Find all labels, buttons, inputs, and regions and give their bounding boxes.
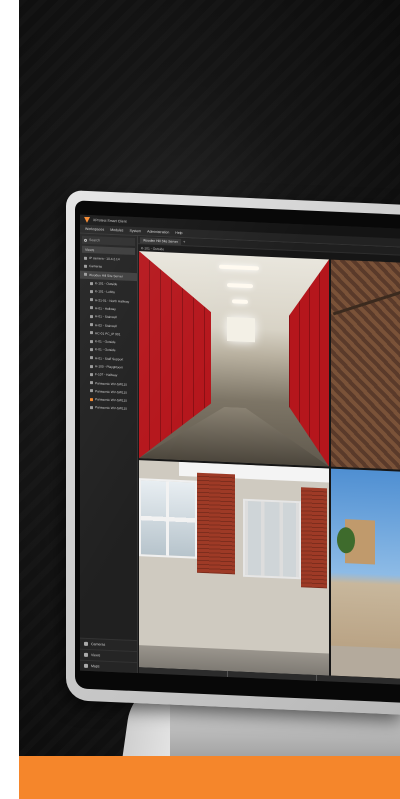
brick-wall bbox=[301, 487, 327, 589]
map-icon bbox=[84, 663, 88, 668]
ceiling-light bbox=[219, 264, 259, 271]
camera-icon bbox=[90, 281, 93, 285]
app-title: XProtect Smart Client bbox=[93, 218, 127, 224]
search-input[interactable]: Search bbox=[82, 235, 135, 247]
camera-tile-outdoor[interactable] bbox=[331, 468, 400, 679]
monitor: XProtect Smart Client Workspaces Modules… bbox=[66, 190, 400, 715]
grid-icon bbox=[84, 652, 88, 657]
camera-icon bbox=[90, 323, 93, 327]
server-icon bbox=[84, 273, 87, 277]
warning-icon bbox=[90, 397, 93, 401]
search-icon bbox=[84, 238, 87, 242]
entrance-window bbox=[139, 478, 197, 559]
camera-icon bbox=[84, 256, 87, 260]
camera-icon bbox=[90, 372, 93, 376]
camera-icon bbox=[90, 381, 93, 385]
menu-administration[interactable]: Administration bbox=[147, 230, 169, 235]
camera-tile-stairwell[interactable] bbox=[331, 259, 400, 470]
hallway-end bbox=[227, 317, 255, 343]
camera-tile-hallway[interactable] bbox=[139, 251, 329, 467]
tree-item[interactable]: Panasonic WV-SW115 bbox=[80, 403, 137, 414]
ceiling-light bbox=[227, 283, 253, 289]
menu-help[interactable]: Help bbox=[175, 231, 182, 235]
camera-icon bbox=[90, 314, 93, 318]
tree bbox=[337, 526, 355, 554]
camera-icon bbox=[90, 347, 93, 352]
main-view: Wooden Hill Site Server + K-101 - Outsid… bbox=[138, 236, 400, 685]
app-window: XProtect Smart Client Workspaces Modules… bbox=[80, 214, 400, 685]
camera-icon bbox=[90, 406, 93, 410]
camera-grid bbox=[139, 251, 400, 679]
camera-tile-entrance[interactable] bbox=[139, 460, 329, 676]
camera-icon bbox=[90, 339, 93, 343]
search-placeholder: Search bbox=[89, 238, 101, 243]
stair-rail bbox=[332, 289, 400, 316]
road bbox=[331, 645, 400, 679]
camera-icon bbox=[90, 331, 93, 335]
camera-icon bbox=[90, 298, 93, 302]
shield-logo-icon bbox=[84, 217, 90, 223]
add-tab-button[interactable]: + bbox=[183, 239, 185, 244]
menu-workspaces[interactable]: Workspaces bbox=[85, 227, 104, 232]
camera-icon bbox=[90, 364, 93, 368]
ceiling-light bbox=[232, 299, 248, 304]
locker-row-right bbox=[289, 258, 329, 467]
camera-icon bbox=[90, 356, 93, 360]
tab-active[interactable]: Wooden Hill Site Server bbox=[140, 236, 181, 245]
accent-bar bbox=[19, 756, 400, 799]
brick-wall bbox=[197, 472, 235, 575]
entrance-doors bbox=[243, 498, 301, 580]
camera-icon bbox=[90, 389, 93, 393]
camera-icon bbox=[84, 641, 88, 646]
sidebar: Search Views IP camera - 10.4.2.14 Camer… bbox=[80, 233, 138, 674]
work-area: Search Views IP camera - 10.4.2.14 Camer… bbox=[80, 233, 400, 685]
camera-icon bbox=[90, 306, 93, 310]
camera-icon bbox=[90, 289, 93, 294]
folder-icon bbox=[84, 264, 87, 268]
menu-system[interactable]: System bbox=[129, 229, 141, 234]
menu-modules[interactable]: Modules bbox=[110, 228, 123, 233]
sidebar-bottom-buttons: Cameras Views Maps bbox=[80, 637, 137, 674]
